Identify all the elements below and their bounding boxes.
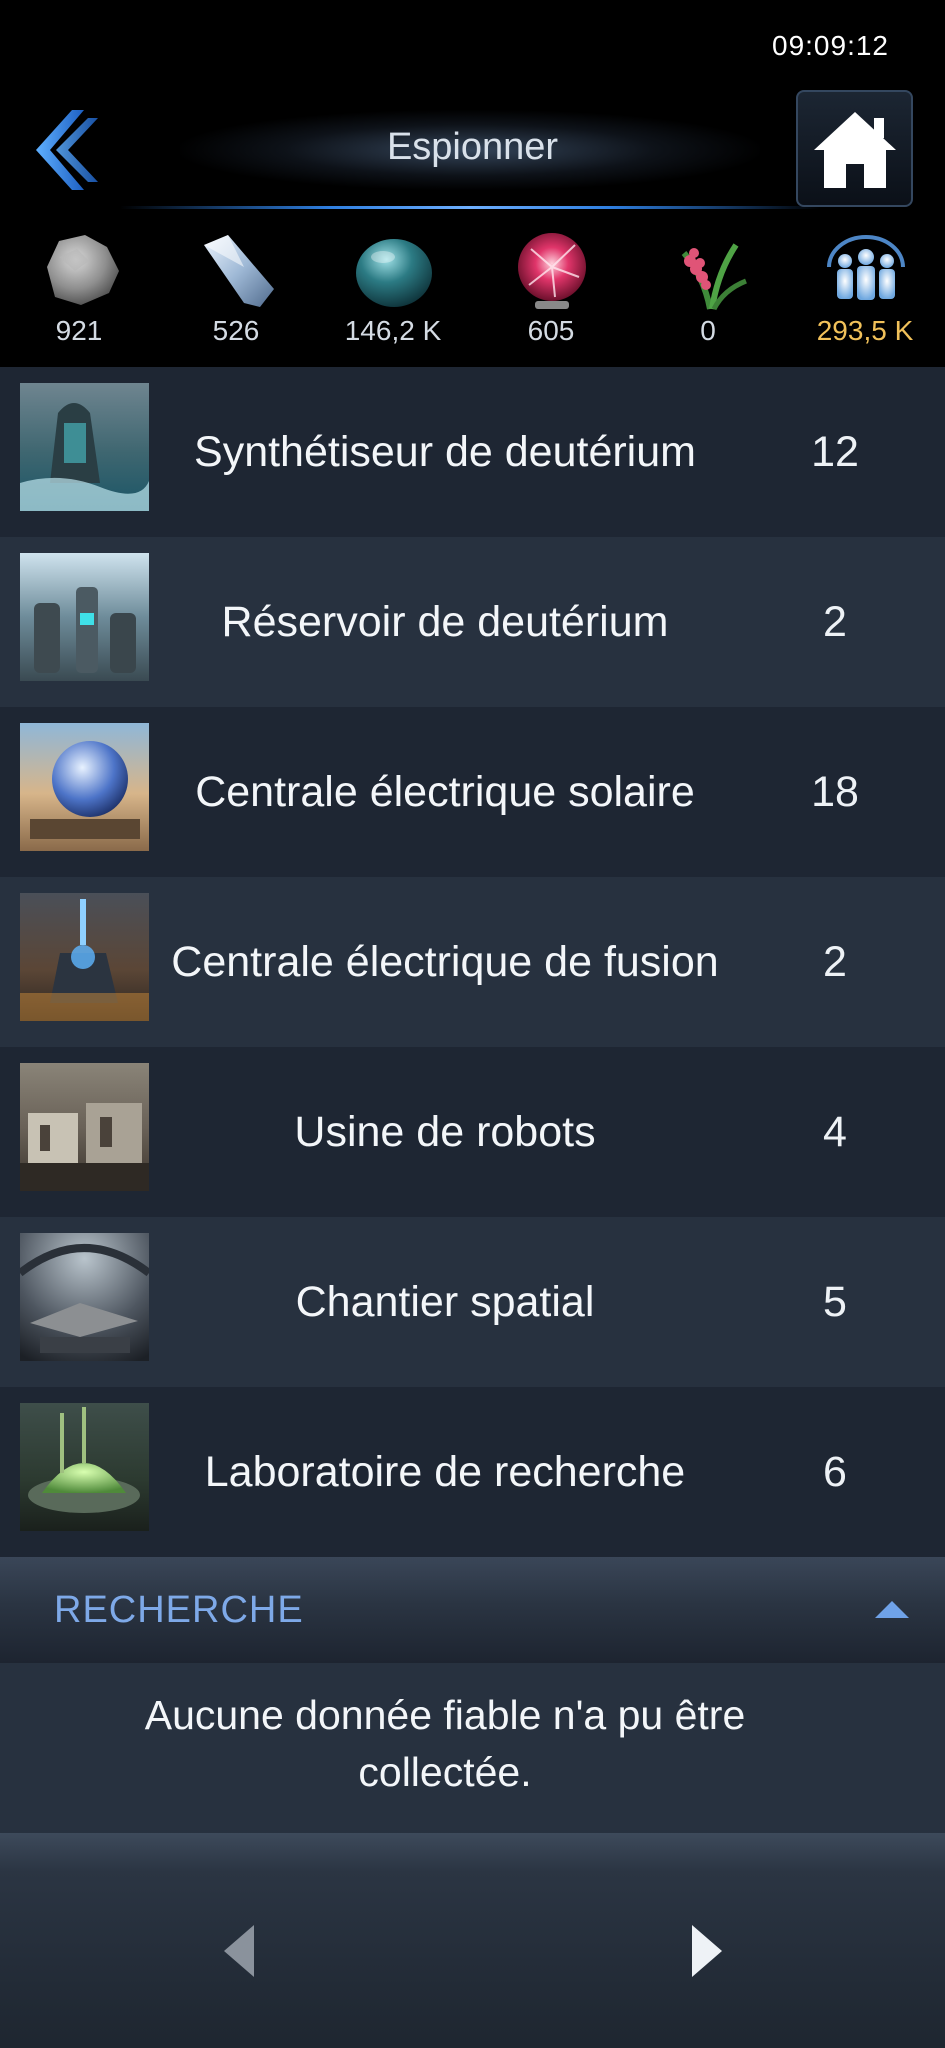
resource-energy[interactable]: 605 bbox=[472, 215, 622, 365]
resource-metal[interactable]: 921 bbox=[0, 215, 150, 365]
resource-food[interactable]: 0 bbox=[629, 215, 779, 365]
clock: 09:09:12 bbox=[772, 30, 889, 61]
deuterium-synthesizer-thumbnail bbox=[20, 383, 149, 511]
double-chevron-left-icon bbox=[36, 110, 98, 190]
building-name: Synthétiseur de deutérium bbox=[194, 428, 696, 476]
fusion-plant-thumbnail bbox=[20, 893, 149, 1021]
crystal-icon bbox=[204, 235, 274, 307]
research-section-header[interactable]: RECHERCHE bbox=[0, 1557, 945, 1663]
resource-food-value: 0 bbox=[700, 315, 716, 346]
building-level: 5 bbox=[823, 1277, 847, 1326]
header-divider bbox=[120, 206, 820, 209]
building-level: 2 bbox=[823, 937, 847, 986]
building-name: Centrale électrique solaire bbox=[195, 768, 695, 816]
resource-population-value: 293,5 K bbox=[816, 315, 914, 346]
back-button[interactable] bbox=[22, 100, 112, 200]
building-name: Réservoir de deutérium bbox=[221, 598, 669, 646]
energy-plasma-ball-icon bbox=[518, 233, 586, 309]
list-item[interactable]: Centrale électrique solaire 18 bbox=[0, 707, 945, 877]
building-level: 6 bbox=[823, 1447, 847, 1496]
triangle-left-icon[interactable] bbox=[220, 1921, 260, 1981]
population-icon bbox=[827, 235, 905, 300]
deuterium-tank-thumbnail bbox=[20, 553, 149, 681]
building-level: 18 bbox=[811, 767, 859, 816]
building-level: 4 bbox=[823, 1107, 847, 1156]
resource-energy-value: 605 bbox=[527, 315, 575, 346]
building-name: Chantier spatial bbox=[295, 1278, 595, 1326]
footer-nav bbox=[0, 1833, 945, 2048]
home-icon bbox=[814, 112, 896, 188]
resource-population[interactable]: 293,5 K bbox=[786, 215, 936, 365]
food-plant-icon bbox=[681, 243, 747, 311]
caret-up-icon[interactable] bbox=[875, 1601, 909, 1618]
list-item[interactable]: Centrale électrique de fusion 2 bbox=[0, 877, 945, 1047]
metal-rock-icon bbox=[47, 235, 119, 305]
resource-crystal-value: 526 bbox=[212, 315, 260, 346]
research-section-body: Aucune donnée fiable n'a pu être collect… bbox=[0, 1663, 945, 1833]
list-item[interactable]: Usine de robots 4 bbox=[0, 1047, 945, 1217]
home-button[interactable] bbox=[796, 90, 913, 207]
building-name: Usine de robots bbox=[294, 1108, 596, 1156]
triangle-right-icon[interactable] bbox=[686, 1921, 726, 1981]
building-name: Centrale électrique de fusion bbox=[171, 938, 719, 986]
research-lab-thumbnail bbox=[20, 1403, 149, 1531]
status-bar: 09:09:12 bbox=[0, 0, 945, 90]
building-level: 12 bbox=[811, 427, 859, 476]
building-level: 2 bbox=[823, 597, 847, 646]
robot-factory-thumbnail bbox=[20, 1063, 149, 1191]
resource-metal-value: 921 bbox=[55, 315, 103, 346]
solar-plant-thumbnail bbox=[20, 723, 149, 851]
list-item[interactable]: Synthétiseur de deutérium 12 bbox=[0, 367, 945, 537]
header: Espionner bbox=[0, 90, 945, 215]
shipyard-thumbnail bbox=[20, 1233, 149, 1361]
resource-deuterium-value: 146,2 K bbox=[344, 315, 442, 346]
resource-crystal[interactable]: 526 bbox=[157, 215, 307, 365]
list-item[interactable]: Chantier spatial 5 bbox=[0, 1217, 945, 1387]
resource-deuterium[interactable]: 146,2 K bbox=[314, 215, 464, 365]
list-item[interactable]: Laboratoire de recherche 6 bbox=[0, 1387, 945, 1557]
resource-bar: 921 526 146,2 K 605 0 293,5 K bbox=[0, 215, 945, 365]
empty-message: Aucune donnée fiable n'a pu être collect… bbox=[144, 1692, 746, 1795]
list-item[interactable]: Réservoir de deutérium 2 bbox=[0, 537, 945, 707]
building-name: Laboratoire de recherche bbox=[204, 1448, 686, 1496]
section-title: RECHERCHE bbox=[54, 1589, 304, 1631]
deuterium-sphere-icon bbox=[356, 239, 432, 307]
